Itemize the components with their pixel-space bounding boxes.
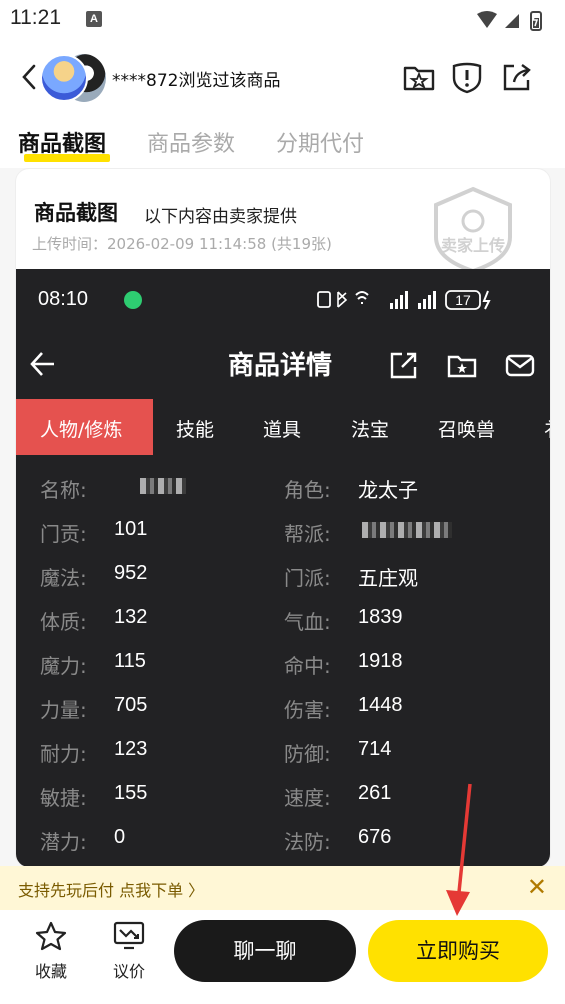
bargain-label: 议价 xyxy=(112,962,145,981)
inner-folder-icon xyxy=(447,355,477,378)
inner-tab-items: 道具 xyxy=(263,419,302,441)
viewer-avatar-1 xyxy=(40,54,88,102)
detail-tabs: 商品截图 商品参数 分期代付 xyxy=(0,116,565,168)
attr-damage: 伤害: 1448 xyxy=(284,694,403,722)
blurred-name xyxy=(140,478,186,494)
back-arrow-icon[interactable] xyxy=(18,62,40,92)
screenshot-card: 商品截图 以下内容由卖家提供 上传时间：2026-02-09 11:14:58 … xyxy=(15,168,551,868)
status-icons xyxy=(475,8,555,36)
inner-tab-skills: 技能 xyxy=(176,419,215,441)
attr-potential: 潜力: 0 xyxy=(40,826,126,854)
tab-installment[interactable]: 分期代付 xyxy=(276,126,364,158)
app-notification-icon: A xyxy=(86,11,102,27)
inner-tab-treasure: 法宝 xyxy=(351,419,390,441)
browse-history-text: ****872浏览过该商品 xyxy=(112,71,281,91)
inner-tab-summon: 召唤兽 xyxy=(438,419,496,441)
status-bar: 11:21 A xyxy=(0,0,565,40)
wifi-signal-battery-icon xyxy=(477,11,542,31)
price-trend-icon xyxy=(113,921,145,950)
attr-hit: 命中: 1918 xyxy=(284,650,403,678)
share-icon[interactable] xyxy=(500,60,534,94)
attr-defense: 防御: 714 xyxy=(284,738,392,766)
buy-now-button[interactable]: 立即购买 xyxy=(368,920,548,982)
attr-magic: 魔法: 952 xyxy=(40,562,148,590)
close-icon[interactable]: ✕ xyxy=(527,875,547,899)
card-title: 商品截图 xyxy=(34,201,118,225)
star-icon xyxy=(35,921,67,951)
inner-share-icon xyxy=(390,352,417,379)
game-screenshot-image[interactable]: 08:10 17 商品详情 人物/修炼 技能 道具 法宝 召唤兽 名称: 门贡:… xyxy=(16,269,550,867)
attr-sect: 门派: 五庄观 xyxy=(284,566,418,590)
attr-agility: 敏捷: 155 xyxy=(40,782,148,810)
report-shield-icon[interactable] xyxy=(450,60,484,94)
upload-time: 上传时间：2026-02-09 11:14:58 (共19张) xyxy=(32,235,332,253)
inner-status-time: 08:10 xyxy=(38,288,89,310)
top-header: ****872浏览过该商品 xyxy=(0,40,565,116)
attr-speed: 速度: 261 xyxy=(284,782,392,810)
inner-status-bar: 08:10 17 xyxy=(16,269,550,329)
bargain-button[interactable]: 议价 xyxy=(104,920,154,982)
wechat-icon xyxy=(124,291,142,309)
chat-button[interactable]: 聊一聊 xyxy=(174,920,356,982)
inner-tab-more: 衤 xyxy=(544,415,550,442)
favorite-folder-icon[interactable] xyxy=(402,60,436,94)
attr-guild: 帮派: xyxy=(284,518,452,547)
attr-constitution: 体质: 132 xyxy=(40,606,148,634)
bottom-action-bar: 收藏 议价 聊一聊 立即购买 xyxy=(0,910,565,1004)
attr-name: 名称: xyxy=(40,474,186,503)
pay-later-text[interactable]: 支持先玩后付 点我下单 〉 xyxy=(18,877,204,901)
attr-role: 角色: 龙太子 xyxy=(284,478,418,502)
attr-magic-defense: 法防: 676 xyxy=(284,826,392,854)
tab-parameters[interactable]: 商品参数 xyxy=(147,126,235,158)
inner-status-icons: 17 xyxy=(317,290,491,310)
inner-back-icon xyxy=(30,352,54,376)
inner-tab-character: 人物/修炼 xyxy=(40,419,123,441)
attr-contribution: 门贡: 101 xyxy=(40,518,148,546)
inner-page-title: 商品详情 xyxy=(228,351,333,381)
blurred-guild xyxy=(362,522,452,538)
favorite-label: 收藏 xyxy=(34,962,67,981)
favorite-button[interactable]: 收藏 xyxy=(26,920,76,982)
card-subtitle: 以下内容由卖家提供 xyxy=(144,207,297,227)
inner-tabs: 人物/修炼 技能 道具 法宝 召唤兽 衤 xyxy=(16,399,550,455)
attr-magic-power: 魔力: 115 xyxy=(40,650,146,678)
svg-text:17: 17 xyxy=(455,292,471,308)
pay-later-banner[interactable]: 支持先玩后付 点我下单 〉 ✕ xyxy=(0,866,565,910)
attr-strength: 力量: 705 xyxy=(40,694,148,722)
seller-upload-stamp: 卖家上传 xyxy=(434,186,512,274)
attr-endurance: 耐力: 123 xyxy=(40,738,148,766)
inner-mail-icon xyxy=(505,354,535,377)
tab-screenshots[interactable]: 商品截图 xyxy=(18,126,106,158)
attr-hp: 气血: 1839 xyxy=(284,606,403,634)
status-time: 11:21 xyxy=(10,6,61,29)
svg-text:卖家上传: 卖家上传 xyxy=(441,236,505,255)
